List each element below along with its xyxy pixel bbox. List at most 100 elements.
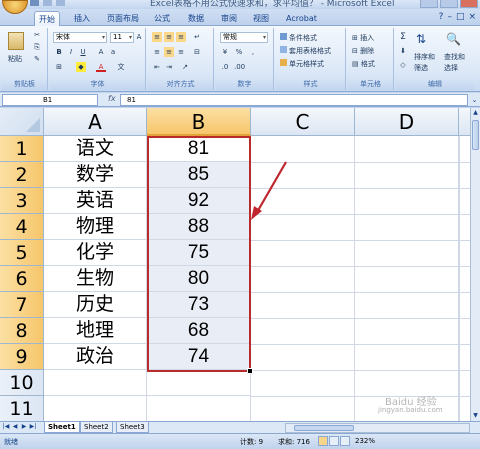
find-select-button-line2[interactable]: 选择 [444,63,458,73]
clear-icon[interactable]: ◇ [398,60,408,70]
column-header-d[interactable]: D [355,108,459,136]
cell-b9[interactable]: 74 [147,344,251,370]
insert-function-icon[interactable]: fx [108,94,116,103]
cut-icon[interactable]: ✂ [32,30,42,40]
row-header[interactable]: 1 [0,136,44,162]
cell-b5[interactable]: 75 [147,240,251,266]
tab-page-layout[interactable]: 页面布局 [103,11,143,26]
sort-filter-button[interactable]: 排序和 [414,52,435,62]
borders-icon[interactable]: ⊞ [54,62,64,72]
decrease-indent-icon[interactable]: ⇤ [152,62,162,72]
cell-a7[interactable]: 历史 [44,292,147,318]
insert-cells-button[interactable]: ⊞ 插入 [352,33,374,43]
cell-a6[interactable]: 生物 [44,266,147,292]
row-header[interactable]: 5 [0,240,44,266]
undo-icon[interactable] [43,0,52,6]
increase-decimal-icon[interactable]: .0 [220,62,230,72]
conditional-format-button[interactable]: 条件格式 [280,33,317,43]
sort-filter-icon[interactable]: ⇅ [416,32,430,46]
cell-b8[interactable]: 68 [147,318,251,344]
page-break-view-icon[interactable] [340,436,350,446]
row-header[interactable]: 7 [0,292,44,318]
close-button[interactable] [460,0,478,8]
cell-a1[interactable]: 语文 [44,136,147,162]
next-sheet-icon[interactable]: ▶ [20,423,28,430]
cell-a11[interactable] [44,396,147,421]
row-header[interactable]: 4 [0,214,44,240]
increase-font-icon[interactable]: A [96,47,106,57]
first-sheet-icon[interactable]: |◀ [2,423,10,430]
cell-b1[interactable]: 81 [147,136,251,162]
cell-a9[interactable]: 政治 [44,344,147,370]
font-size-select[interactable]: 11 ▾ [110,32,134,43]
column-header-a[interactable]: A [44,108,147,136]
row-header[interactable]: 11 [0,396,44,421]
delete-cells-button[interactable]: ⊟ 删除 [352,46,374,56]
zoom-level[interactable]: 232% [355,437,375,445]
cell-b7[interactable]: 73 [147,292,251,318]
tab-home[interactable]: 开始 [34,11,60,26]
normal-view-icon[interactable] [318,436,328,446]
increase-indent-icon[interactable]: ⇥ [164,62,174,72]
format-cells-button[interactable]: ▤ 格式 [352,59,375,69]
row-header[interactable]: 9 [0,344,44,370]
row-header[interactable]: 3 [0,188,44,214]
font-name-select[interactable]: 宋体 ▾ [53,32,107,43]
decrease-decimal-icon[interactable]: .00 [234,62,245,72]
horizontal-scrollbar[interactable] [285,423,470,433]
cell-b4[interactable]: 88 [147,214,251,240]
scroll-down-icon[interactable]: ▼ [471,411,480,421]
tab-acrobat[interactable]: Acrobat [282,11,321,26]
align-bottom-icon[interactable]: ≡ [176,32,186,42]
paste-icon[interactable] [8,32,24,50]
restore-icon[interactable]: □ [456,12,465,22]
font-color-icon[interactable]: A [96,62,106,72]
formula-input[interactable]: 81 [120,94,468,106]
save-icon[interactable] [30,0,39,6]
minimize-ribbon-icon[interactable]: – [447,12,452,22]
cell-b10[interactable] [147,370,251,396]
row-header[interactable]: 10 [0,370,44,396]
merge-center-icon[interactable]: ⊟ [192,47,202,57]
last-sheet-icon[interactable]: ▶| [29,423,37,430]
tab-insert[interactable]: 插入 [70,11,94,26]
cell-a5[interactable]: 化学 [44,240,147,266]
name-box[interactable]: B1 [2,94,98,106]
percent-icon[interactable]: % [234,47,244,57]
italic-icon[interactable]: I [66,47,76,57]
row-header[interactable]: 8 [0,318,44,344]
table-format-button[interactable]: 套用表格格式 [280,46,331,56]
cell-a4[interactable]: 物理 [44,214,147,240]
redo-icon[interactable] [56,0,65,6]
sheet-tab-2[interactable]: Sheet2 [80,422,113,433]
cell-style-button[interactable]: 单元格样式 [280,59,324,69]
wrap-text-icon[interactable]: ↵ [192,32,202,42]
horizontal-scroll-thumb[interactable] [294,425,354,431]
sheet-tab-3[interactable]: Sheet3 [116,422,149,433]
maximize-button[interactable] [440,0,458,8]
worksheet-grid[interactable]: A B C D 1 2 3 4 5 6 7 8 9 10 11 语文 数学 英语… [0,108,470,421]
orientation-icon[interactable]: ↗ [180,62,190,72]
cell-b11[interactable] [147,396,251,421]
align-center-icon[interactable]: ≡ [164,47,174,57]
column-header-b[interactable]: B [147,108,251,136]
align-top-icon[interactable]: ≡ [152,32,162,42]
bold-icon[interactable]: B [54,47,64,57]
underline-icon[interactable]: U [78,47,88,57]
prev-sheet-icon[interactable]: ◀ [11,423,19,430]
row-header[interactable]: 2 [0,162,44,188]
find-select-button[interactable]: 查找和 [444,52,465,62]
grow-font-icon[interactable]: A [134,32,144,42]
phonetic-icon[interactable]: 文 [116,62,126,72]
cell-b6[interactable]: 80 [147,266,251,292]
number-format-select[interactable]: 常规 ▾ [220,32,268,43]
align-left-icon[interactable]: ≡ [152,47,162,57]
tab-review[interactable]: 审阅 [217,11,241,26]
sort-filter-button-line2[interactable]: 筛选 [414,63,428,73]
tab-formulas[interactable]: 公式 [150,11,174,26]
column-header-e[interactable] [459,108,470,136]
format-painter-icon[interactable]: ✎ [32,54,42,64]
align-middle-icon[interactable]: ≡ [164,32,174,42]
comma-icon[interactable]: , [248,47,258,57]
cell-a10[interactable] [44,370,147,396]
